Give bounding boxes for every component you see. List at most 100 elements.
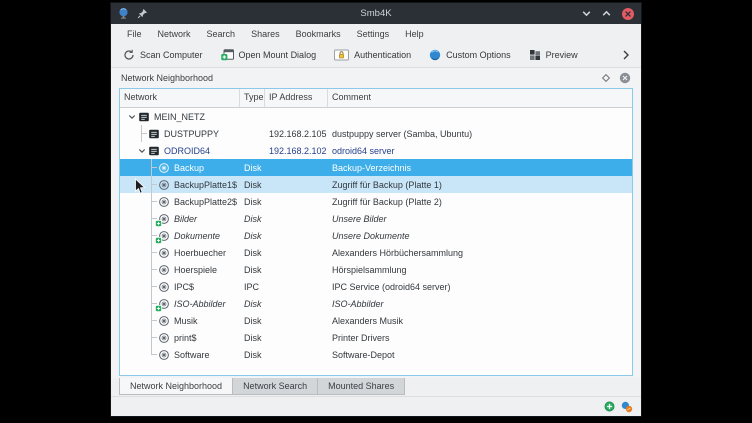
tab-network-search[interactable]: Network Search — [233, 378, 318, 395]
workgroup-icon — [138, 111, 150, 123]
comment-cell: Printer Drivers — [328, 333, 632, 343]
smb4k-app-icon — [117, 7, 130, 20]
tab-network-neighborhood[interactable]: Network Neighborhood — [119, 378, 233, 395]
chevron-right-icon[interactable] — [621, 49, 635, 61]
preview-grid-icon — [529, 49, 541, 61]
table-row-backupplatte1-[interactable]: BackupPlatte1$Disk Zugriff für Backup (Pl… — [120, 176, 632, 193]
share-icon — [158, 332, 170, 344]
menu-shares[interactable]: Shares — [243, 27, 288, 41]
column-header-network[interactable]: Network — [120, 89, 240, 107]
server-icon — [148, 145, 160, 157]
toolbar-button-label: Custom Options — [446, 50, 511, 60]
type-cell: Disk — [240, 299, 265, 309]
menu-help[interactable]: Help — [397, 27, 432, 41]
table-header: NetworkTypeIP AddressComment — [120, 89, 632, 108]
network-cell: ODROID64 — [120, 142, 240, 159]
minimize-button[interactable] — [581, 8, 592, 19]
table-row-software[interactable]: SoftwareDiskSoftware-Depot — [120, 346, 632, 363]
table-row-mein-netz[interactable]: MEIN_NETZ — [120, 108, 632, 125]
column-header-comment[interactable]: Comment — [328, 89, 632, 107]
table-row-dustpuppy[interactable]: DUSTPUPPY192.168.2.105dustpuppy server (… — [120, 125, 632, 142]
scan-computer-button[interactable]: Scan Computer — [119, 47, 211, 63]
table-row-backupplatte2-[interactable]: BackupPlatte2$DiskZugriff für Backup (Pl… — [120, 193, 632, 210]
open-mount-dialog-button[interactable]: Open Mount Dialog — [217, 47, 325, 63]
type-cell: Disk — [240, 180, 265, 190]
float-dock-icon[interactable] — [601, 73, 611, 83]
pin-icon[interactable] — [137, 8, 148, 19]
item-name: ISO-Abbilder — [174, 299, 226, 309]
type-cell: Disk — [240, 197, 265, 207]
item-name: DUSTPUPPY — [164, 129, 219, 139]
network-cell: BackupPlatte1$ — [120, 176, 240, 193]
expander-down-icon[interactable] — [126, 108, 138, 125]
custom-options-button[interactable]: Custom Options — [425, 47, 519, 63]
toolbar-button-label: Preview — [546, 50, 578, 60]
comment-cell: Alexanders Musik — [328, 316, 632, 326]
type-cell: Disk — [240, 333, 265, 343]
menu-bookmarks[interactable]: Bookmarks — [288, 27, 349, 41]
comment-cell: Unsere Bilder — [328, 214, 632, 224]
table-row-iso-abbilder[interactable]: ISO-Abbilder Disk ISO-Abbilder — [120, 295, 632, 312]
table-row-print-[interactable]: print$Disk Printer Drivers — [120, 329, 632, 346]
column-header-type[interactable]: Type — [240, 89, 265, 107]
item-name: BackupPlatte2$ — [174, 197, 237, 207]
tree-branch-line — [146, 329, 158, 346]
table-row-dokumente[interactable]: DokumenteDiskUnsere Dokumente — [120, 227, 632, 244]
bottom-tabbar: Network NeighborhoodNetwork SearchMounte… — [111, 378, 641, 396]
authentication-button[interactable]: Authentication — [330, 47, 419, 63]
share-icon — [158, 230, 170, 242]
table-row-musik[interactable]: MusikDiskAlexanders Musik — [120, 312, 632, 329]
tab-mounted-shares[interactable]: Mounted Shares — [318, 378, 405, 395]
menu-file[interactable]: File — [119, 27, 150, 41]
network-cell: print$ — [120, 329, 240, 346]
comment-cell: Alexanders Hörbüchersammlung — [328, 248, 632, 258]
comment-cell: Zugriff für Backup (Platte 1) — [328, 180, 632, 190]
table-row-hoerbuecher[interactable]: HoerbuecherDiskAlexanders Hörbüchersamml… — [120, 244, 632, 261]
tree-branch-line — [146, 278, 158, 295]
column-header-ip-address[interactable]: IP Address — [265, 89, 328, 107]
expander-down-icon[interactable] — [136, 142, 148, 159]
tree-branch-line — [146, 193, 158, 210]
menu-search[interactable]: Search — [199, 27, 244, 41]
maximize-button[interactable] — [601, 8, 612, 19]
comment-cell: Backup-Verzeichnis — [328, 163, 632, 173]
share-icon — [158, 349, 170, 361]
network-status-icon — [621, 401, 633, 413]
network-cell: Hoerspiele — [120, 261, 240, 278]
comment-cell: odroid64 server — [328, 146, 632, 156]
item-name: Backup — [174, 163, 204, 173]
share-icon — [158, 247, 170, 259]
share-icon — [158, 213, 170, 225]
network-cell: Dokumente — [120, 227, 240, 244]
tree-branch-line — [146, 346, 158, 363]
type-cell: Disk — [240, 163, 265, 173]
share-icon — [158, 162, 170, 174]
close-dock-icon[interactable] — [619, 72, 631, 84]
item-name: Hoerbuecher — [174, 248, 226, 258]
table-row-odroid64[interactable]: ODROID64192.168.2.102odroid64 server — [120, 142, 632, 159]
ip-cell: 192.168.2.105 — [265, 129, 328, 139]
menu-settings[interactable]: Settings — [349, 27, 398, 41]
comment-cell: ISO-Abbilder — [328, 299, 632, 309]
table-row-backup[interactable]: Backup Disk Backup-Verzeichnis — [120, 159, 632, 176]
item-name: Musik — [174, 316, 198, 326]
item-name: MEIN_NETZ — [154, 112, 205, 122]
table-row-ipc-[interactable]: IPC$IPCIPC Service (odroid64 server) — [120, 278, 632, 295]
server-icon — [148, 128, 160, 140]
close-button[interactable] — [621, 7, 635, 21]
share-icon — [158, 179, 170, 191]
table-row-bilder[interactable]: BilderDiskUnsere Bilder — [120, 210, 632, 227]
item-name: IPC$ — [174, 282, 194, 292]
table-row-hoerspiele[interactable]: HoerspieleDiskHörspielsammlung — [120, 261, 632, 278]
network-tree-view: NetworkTypeIP AddressComment MEIN_NETZ DU… — [119, 88, 633, 376]
toolbar-button-label: Scan Computer — [140, 50, 203, 60]
tree-branch-line — [136, 125, 148, 142]
type-cell: Disk — [240, 265, 265, 275]
network-neighborhood-panel: NetworkTypeIP AddressComment MEIN_NETZ DU… — [111, 87, 641, 378]
share-icon — [158, 315, 170, 327]
menu-network[interactable]: Network — [150, 27, 199, 41]
custom-options-icon — [429, 49, 441, 61]
item-name: ODROID64 — [164, 146, 210, 156]
item-name: Bilder — [174, 214, 197, 224]
preview-button[interactable]: Preview — [525, 47, 586, 63]
